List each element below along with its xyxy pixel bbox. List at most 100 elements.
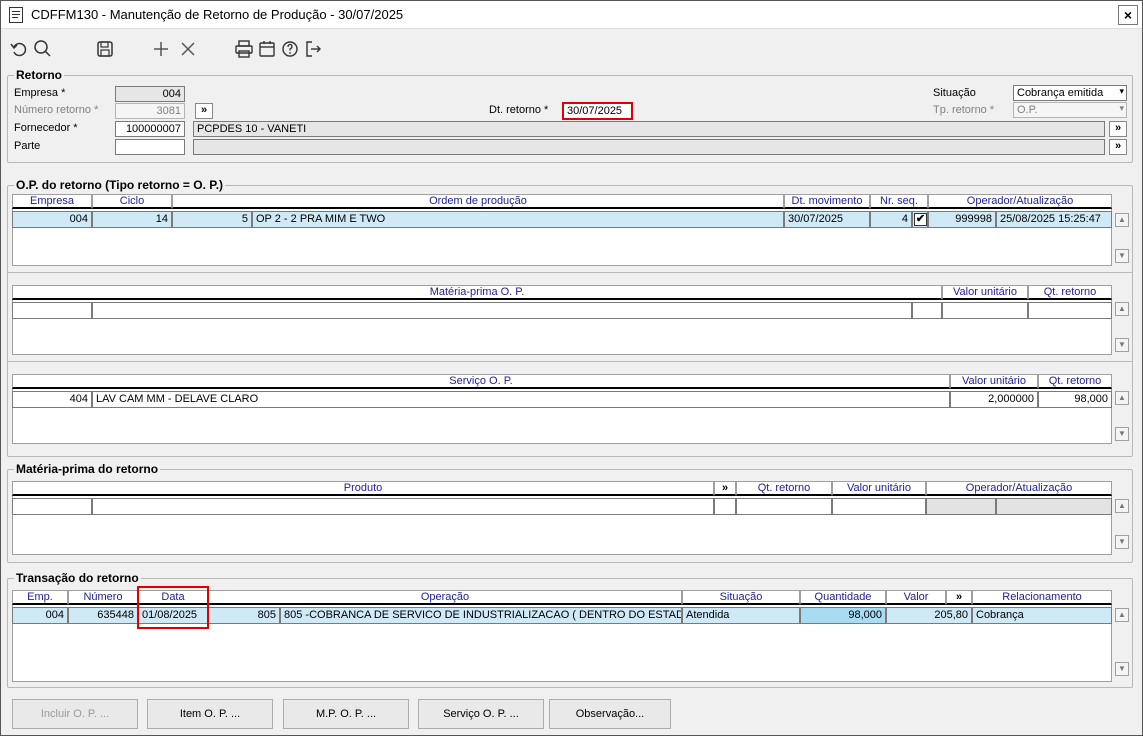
mp-retorno-group-title: Matéria-prima do retorno — [14, 462, 161, 476]
dt-retorno-label: Dt. retorno * — [489, 104, 549, 116]
mp-retorno-header-produto[interactable]: Produto — [12, 481, 714, 496]
mp-retorno-header-operador[interactable]: Operador/Atualização — [926, 481, 1112, 496]
situacao-select[interactable]: Cobrança emitida ▾ — [1013, 85, 1127, 101]
servico-scroll-down[interactable]: ▼ — [1115, 427, 1129, 441]
op-retorno-group-title: O.P. do retorno (Tipo retorno = O. P.) — [14, 178, 226, 192]
transacao-scroll-up[interactable]: ▲ — [1115, 608, 1129, 622]
item-op-button[interactable]: Item O. P. ... — [147, 699, 273, 729]
mp-retorno-cell[interactable] — [714, 498, 736, 515]
op-cell-empresa[interactable]: 004 — [12, 211, 92, 228]
mp-op-cell[interactable] — [12, 302, 92, 319]
mp-retorno-cell[interactable] — [12, 498, 92, 515]
transacao-scroll-down[interactable]: ▼ — [1115, 662, 1129, 676]
op-scroll-down[interactable]: ▼ — [1115, 249, 1129, 263]
op-cell-operador[interactable]: 999998 — [928, 211, 996, 228]
transacao-header-valor[interactable]: Valor — [886, 590, 946, 605]
divider — [7, 272, 1133, 273]
mp-retorno-header-lookup[interactable]: » — [714, 481, 736, 496]
mp-op-header-qt[interactable]: Qt. retorno — [1028, 285, 1112, 300]
servico-scroll-up[interactable]: ▲ — [1115, 391, 1129, 405]
transacao-header-lookup[interactable]: » — [946, 590, 972, 605]
checkbox-checked[interactable]: ✔ — [914, 213, 927, 226]
help-icon[interactable] — [280, 39, 300, 59]
parte-field[interactable] — [115, 139, 185, 155]
app-icon — [9, 7, 23, 23]
calendar-icon[interactable] — [257, 39, 277, 59]
op-header-ciclo[interactable]: Ciclo — [92, 194, 172, 209]
numero-retorno-field[interactable]: 3081 — [115, 103, 185, 119]
transacao-header-relacionamento[interactable]: Relacionamento — [972, 590, 1112, 605]
mp-retorno-cell[interactable] — [736, 498, 832, 515]
servico-cell-desc[interactable]: LAV CAM MM - DELAVE CLARO — [92, 391, 950, 408]
mp-op-header-valor[interactable]: Valor unitário — [942, 285, 1028, 300]
add-icon[interactable] — [151, 39, 171, 59]
mp-op-cell[interactable] — [942, 302, 1028, 319]
mp-op-button[interactable]: M.P. O. P. ... — [283, 699, 409, 729]
transacao-cell-valor[interactable]: 205,80 — [886, 607, 972, 624]
servico-op-header-valor[interactable]: Valor unitário — [950, 374, 1038, 389]
op-scroll-up[interactable]: ▲ — [1115, 213, 1129, 227]
op-cell-atualizacao[interactable]: 25/08/2025 15:25:47 — [996, 211, 1112, 228]
servico-op-header-servico[interactable]: Serviço O. P. — [12, 374, 950, 389]
servico-cell-valor[interactable]: 2,000000 — [950, 391, 1038, 408]
op-cell-op-num[interactable]: 5 — [172, 211, 252, 228]
mp-op-header-materia[interactable]: Matéria-prima O. P. — [12, 285, 942, 300]
dt-retorno-field[interactable]: 30/07/2025 — [562, 102, 633, 120]
empresa-field[interactable]: 004 — [115, 86, 185, 102]
exit-icon[interactable] — [303, 39, 323, 59]
fornecedor-lookup-button[interactable]: » — [1109, 121, 1127, 137]
transacao-header-numero[interactable]: Número — [68, 590, 138, 605]
parte-name-field — [193, 139, 1105, 155]
op-cell-nr-seq[interactable]: 4 — [870, 211, 912, 228]
op-cell-op-desc[interactable]: OP 2 - 2 PRA MIM E TWO — [252, 211, 784, 228]
delete-icon[interactable] — [178, 39, 198, 59]
tp-retorno-select[interactable]: O.P. ▾ — [1013, 102, 1127, 118]
mp-retorno-scroll-down[interactable]: ▼ — [1115, 535, 1129, 549]
numero-retorno-label: Número retorno * — [14, 104, 99, 116]
op-header-nr-seq[interactable]: Nr. seq. — [870, 194, 928, 209]
transacao-cell-situacao[interactable]: Atendida — [682, 607, 800, 624]
mp-op-cell[interactable] — [1028, 302, 1112, 319]
transacao-cell-operacao[interactable]: 805 -COBRANCA DE SERVICO DE INDUSTRIALIZ… — [280, 607, 682, 624]
servico-cell-qt[interactable]: 98,000 — [1038, 391, 1112, 408]
transacao-header-quantidade[interactable]: Quantidade — [800, 590, 886, 605]
transacao-cell-quantidade[interactable]: 98,000 — [800, 607, 886, 624]
op-cell-dt-mov[interactable]: 30/07/2025 — [784, 211, 870, 228]
fornecedor-code-field[interactable]: 100000007 — [115, 121, 185, 137]
transacao-header-operacao[interactable]: Operação — [208, 590, 682, 605]
mp-retorno-cell[interactable] — [92, 498, 714, 515]
op-header-empresa[interactable]: Empresa — [12, 194, 92, 209]
mp-op-scroll-down[interactable]: ▼ — [1115, 338, 1129, 352]
search-icon[interactable] — [33, 39, 53, 59]
main-window: CDFFM130 - Manutenção de Retorno de Prod… — [0, 0, 1143, 736]
mp-op-cell[interactable] — [912, 302, 942, 319]
transacao-header-emp[interactable]: Emp. — [12, 590, 68, 605]
close-button[interactable]: × — [1118, 5, 1138, 25]
mp-retorno-cell[interactable] — [832, 498, 926, 515]
op-header-dt-mov[interactable]: Dt. movimento — [784, 194, 870, 209]
servico-cell-code[interactable]: 404 — [12, 391, 92, 408]
transacao-cell-emp[interactable]: 004 — [12, 607, 68, 624]
transacao-header-situacao[interactable]: Situação — [682, 590, 800, 605]
numero-lookup-button[interactable]: » — [195, 103, 213, 119]
servico-op-button[interactable]: Serviço O. P. ... — [418, 699, 544, 729]
mp-op-scroll-up[interactable]: ▲ — [1115, 302, 1129, 316]
parte-lookup-button[interactable]: » — [1109, 139, 1127, 155]
mp-op-cell[interactable] — [92, 302, 912, 319]
transacao-cell-op-code[interactable]: 805 — [208, 607, 280, 624]
mp-retorno-header-qt[interactable]: Qt. retorno — [736, 481, 832, 496]
op-cell-check-wrap[interactable]: ✔ — [912, 211, 928, 228]
mp-retorno-scroll-up[interactable]: ▲ — [1115, 499, 1129, 513]
servico-op-header-qt[interactable]: Qt. retorno — [1038, 374, 1112, 389]
mp-retorno-header-valor[interactable]: Valor unitário — [832, 481, 926, 496]
save-icon[interactable] — [95, 39, 115, 59]
op-cell-ciclo[interactable]: 14 — [92, 211, 172, 228]
observacao-button[interactable]: Observação... — [549, 699, 671, 729]
transacao-cell-relacionamento[interactable]: Cobrança — [972, 607, 1112, 624]
op-header-operador[interactable]: Operador/Atualização — [928, 194, 1112, 209]
transacao-cell-numero[interactable]: 635448 — [68, 607, 138, 624]
op-header-ordem[interactable]: Ordem de produção — [172, 194, 784, 209]
undo-icon[interactable] — [9, 39, 29, 59]
print-icon[interactable] — [234, 39, 254, 59]
incluir-op-button[interactable]: Incluir O. P. ... — [12, 699, 138, 729]
